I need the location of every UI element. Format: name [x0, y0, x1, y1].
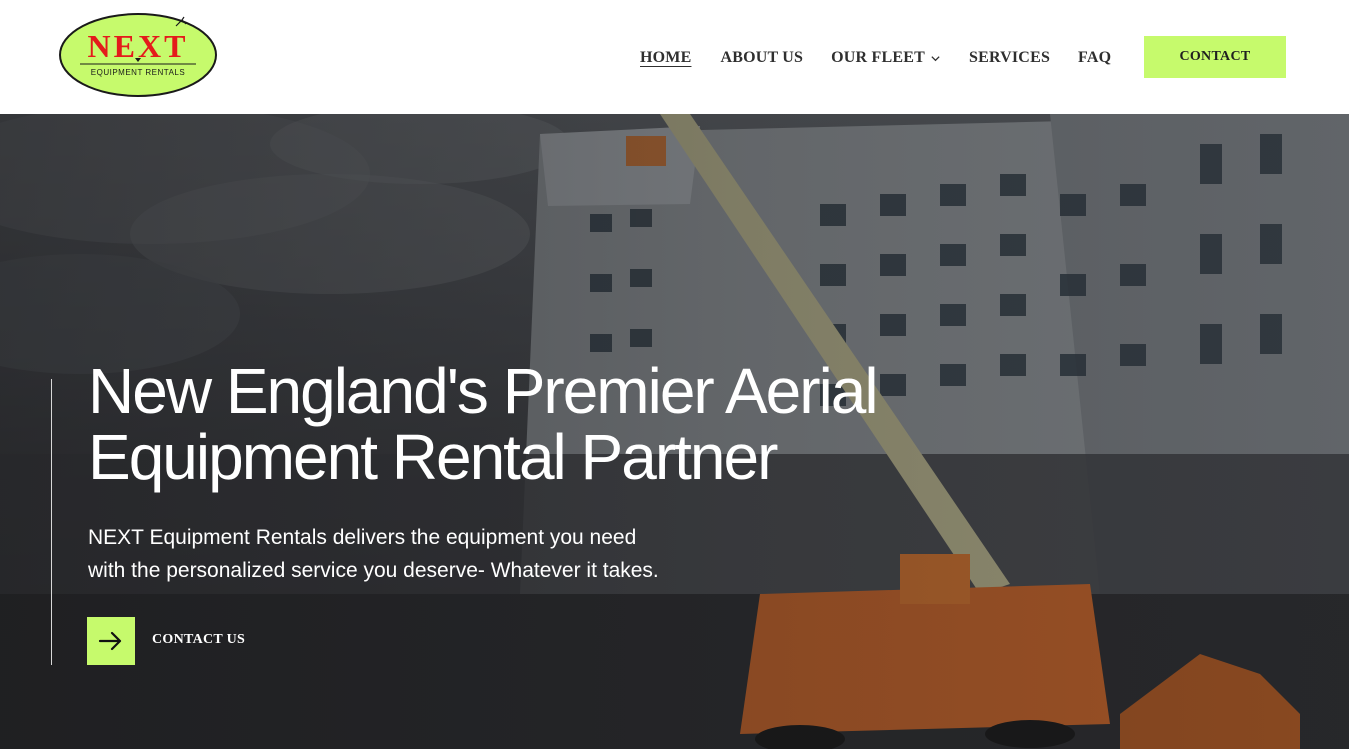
nav-about-us[interactable]: ABOUT US — [720, 49, 803, 67]
hero-subtext-line-1: NEXT Equipment Rentals delivers the equi… — [88, 526, 637, 549]
contact-button[interactable]: CONTACT — [1144, 36, 1286, 78]
nav-home[interactable]: HOME — [640, 49, 691, 67]
arrow-right-icon — [98, 631, 122, 651]
hero-headline: New England's Premier Aerial Equipment R… — [88, 358, 988, 490]
logo[interactable]: NEXT EQUIPMENT RENTALS — [58, 12, 218, 98]
contact-us-arrow-button[interactable] — [87, 617, 135, 665]
main-nav: HOME ABOUT US OUR FLEET SERVICES FAQ — [640, 46, 1111, 70]
hero-divider-line — [51, 379, 52, 665]
nav-our-fleet[interactable]: OUR FLEET — [831, 49, 941, 67]
hero-subtext: NEXT Equipment Rentals delivers the equi… — [88, 521, 748, 587]
svg-text:EQUIPMENT RENTALS: EQUIPMENT RENTALS — [91, 68, 185, 77]
chevron-down-icon — [931, 55, 940, 61]
logo-graphic: NEXT EQUIPMENT RENTALS — [59, 13, 217, 97]
contact-us-link[interactable]: CONTACT US — [152, 632, 245, 648]
nav-our-fleet-label: OUR FLEET — [831, 49, 925, 66]
nav-faq[interactable]: FAQ — [1078, 49, 1111, 67]
hero-headline-line-1: New England's Premier Aerial — [88, 355, 879, 427]
hero-subtext-line-2: with the personalized service you deserv… — [88, 559, 659, 582]
hero-section: New England's Premier Aerial Equipment R… — [0, 114, 1349, 749]
nav-services[interactable]: SERVICES — [969, 49, 1050, 67]
site-header: NEXT EQUIPMENT RENTALS HOME ABOUT US OUR… — [0, 0, 1349, 114]
hero-headline-line-2: Equipment Rental Partner — [88, 421, 778, 493]
